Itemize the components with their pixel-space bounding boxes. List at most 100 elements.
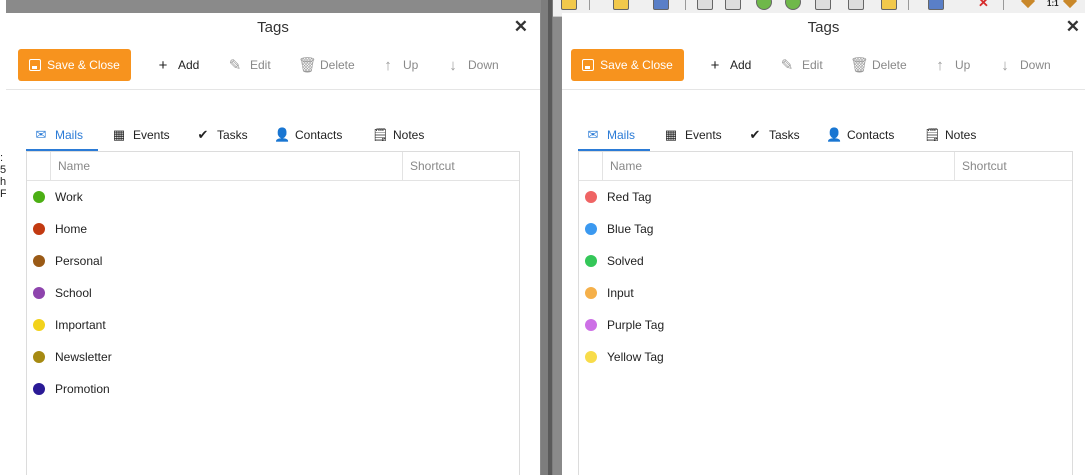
tab-mails[interactable]: ✉ Mails — [34, 121, 83, 149]
close-icon[interactable]: ✕ — [1066, 17, 1080, 37]
column-separator[interactable] — [402, 152, 403, 180]
toolbar-actual-size-icon[interactable]: 1:1 — [1047, 0, 1059, 8]
edit-button[interactable]: ✎ Edit — [780, 49, 823, 81]
tab-events[interactable]: ▦ Events — [112, 121, 170, 149]
tag-row[interactable]: Important — [27, 309, 519, 341]
tab-contacts[interactable]: 👤 Contacts — [826, 121, 894, 149]
add-label: Add — [730, 58, 752, 72]
save-close-label: Save & Close — [600, 58, 673, 72]
tab-notes[interactable]: 🗒 Notes — [372, 121, 424, 149]
tag-row[interactable]: Work — [27, 181, 519, 213]
tags-dialog-right: Tags ✕ Save & Close + Add ✎ Edit 🗑 Delet… — [562, 13, 1085, 475]
save-icon — [582, 59, 595, 71]
person-icon: 👤 — [826, 127, 843, 142]
add-button[interactable]: + Add — [708, 49, 752, 81]
tag-label: Input — [607, 286, 634, 300]
toolbar-window-icon[interactable] — [848, 0, 864, 10]
toolbar-globe-alt-icon[interactable] — [785, 0, 801, 10]
tag-row[interactable]: Purple Tag — [579, 309, 1072, 341]
calendar-icon: ▦ — [664, 127, 678, 142]
toolbar-folder-icon[interactable] — [561, 0, 577, 10]
tag-row[interactable]: Newsletter — [27, 341, 519, 373]
toolbar-delete-icon[interactable]: ✕ — [978, 0, 989, 11]
tag-label: Red Tag — [607, 190, 652, 204]
window-gap-shadow — [548, 0, 552, 475]
tag-row[interactable]: Red Tag — [579, 181, 1072, 213]
toolbar-card-icon[interactable] — [928, 0, 944, 10]
tab-label: Mails — [55, 128, 84, 142]
tag-label: Work — [55, 190, 83, 204]
dialog-title: Tags — [257, 19, 289, 36]
envelope-icon: ✉ — [35, 127, 47, 142]
tag-row[interactable]: Input — [579, 277, 1072, 309]
tag-color-icon — [585, 223, 597, 235]
tag-color-icon — [585, 351, 597, 363]
tag-row[interactable]: Promotion — [27, 373, 519, 405]
down-button[interactable]: ↓ Down — [998, 49, 1050, 81]
tag-label: Purple Tag — [607, 318, 665, 332]
up-button[interactable]: ↑ Up — [933, 49, 970, 81]
tag-color-icon — [585, 255, 597, 267]
tag-row[interactable]: Yellow Tag — [579, 341, 1072, 373]
tab-contacts[interactable]: 👤 Contacts — [274, 121, 342, 149]
tab-label: Events — [685, 128, 722, 142]
tab-events[interactable]: ▦ Events — [664, 121, 722, 149]
edit-label: Edit — [250, 58, 271, 72]
toolbar-separator — [1003, 0, 1004, 10]
toolbar-edit-icon[interactable] — [697, 0, 713, 10]
delete-button[interactable]: 🗑 Delete — [298, 49, 355, 81]
column-separator — [602, 152, 603, 180]
tags-grid: Name Shortcut Work Home Personal School Impo… — [26, 151, 520, 475]
tab-notes[interactable]: 🗒 Notes — [924, 121, 976, 149]
delete-label: Delete — [872, 58, 907, 72]
toolbar-globe-icon[interactable] — [756, 0, 772, 10]
tag-row[interactable]: School — [27, 277, 519, 309]
edit-button[interactable]: ✎ Edit — [228, 49, 271, 81]
arrow-up-icon: ↑ — [384, 56, 392, 74]
toolbar-envelope-icon[interactable] — [613, 0, 629, 10]
up-label: Up — [955, 58, 971, 72]
toolbar-print-icon[interactable] — [725, 0, 741, 10]
toolbar-separator — [589, 0, 590, 10]
tab-label: Notes — [945, 128, 977, 142]
tag-row[interactable]: Personal — [27, 245, 519, 277]
column-header-name[interactable]: Name — [58, 159, 90, 173]
tag-label: School — [55, 286, 92, 300]
edit-label: Edit — [802, 58, 823, 72]
delete-button[interactable]: 🗑 Delete — [850, 49, 907, 81]
add-button[interactable]: + Add — [156, 49, 200, 81]
save-icon — [29, 59, 42, 71]
tab-tasks[interactable]: ✔ Tasks — [196, 121, 248, 149]
down-button[interactable]: ↓ Down — [446, 49, 498, 81]
save-close-label: Save & Close — [47, 58, 120, 72]
tag-label: Blue Tag — [607, 222, 654, 236]
close-icon[interactable]: ✕ — [514, 17, 528, 37]
column-separator[interactable] — [954, 152, 955, 180]
tag-label: Promotion — [55, 382, 110, 396]
column-header-shortcut[interactable]: Shortcut — [962, 159, 1007, 173]
person-icon: 👤 — [274, 127, 291, 142]
toolbar-export-icon[interactable] — [881, 0, 897, 10]
toolbar-tools-icon[interactable] — [1020, 0, 1036, 9]
checkmark-icon: ✔ — [197, 127, 209, 142]
dialog-title: Tags — [807, 19, 840, 36]
save-close-button[interactable]: Save & Close — [18, 49, 131, 81]
tab-tasks[interactable]: ✔ Tasks — [748, 121, 800, 149]
tag-row[interactable]: Blue Tag — [579, 213, 1072, 245]
arrow-up-icon: ↑ — [936, 56, 944, 74]
toolbar-book-icon[interactable] — [815, 0, 831, 10]
tag-color-icon — [585, 287, 597, 299]
tag-row[interactable]: Solved — [579, 245, 1072, 277]
toolbar-refresh-icon[interactable] — [653, 0, 669, 10]
up-button[interactable]: ↑ Up — [381, 49, 418, 81]
toolbar-tools-alt-icon[interactable] — [1062, 0, 1078, 9]
tag-row[interactable]: Home — [27, 213, 519, 245]
tab-mails[interactable]: ✉ Mails — [586, 121, 635, 149]
tag-color-icon — [33, 191, 45, 203]
save-close-button[interactable]: Save & Close — [571, 49, 684, 81]
column-header-shortcut[interactable]: Shortcut — [410, 159, 455, 173]
column-header-name[interactable]: Name — [610, 159, 642, 173]
note-icon: 🗒 — [372, 127, 389, 142]
up-label: Up — [403, 58, 419, 72]
arrow-down-icon: ↓ — [1001, 56, 1009, 74]
